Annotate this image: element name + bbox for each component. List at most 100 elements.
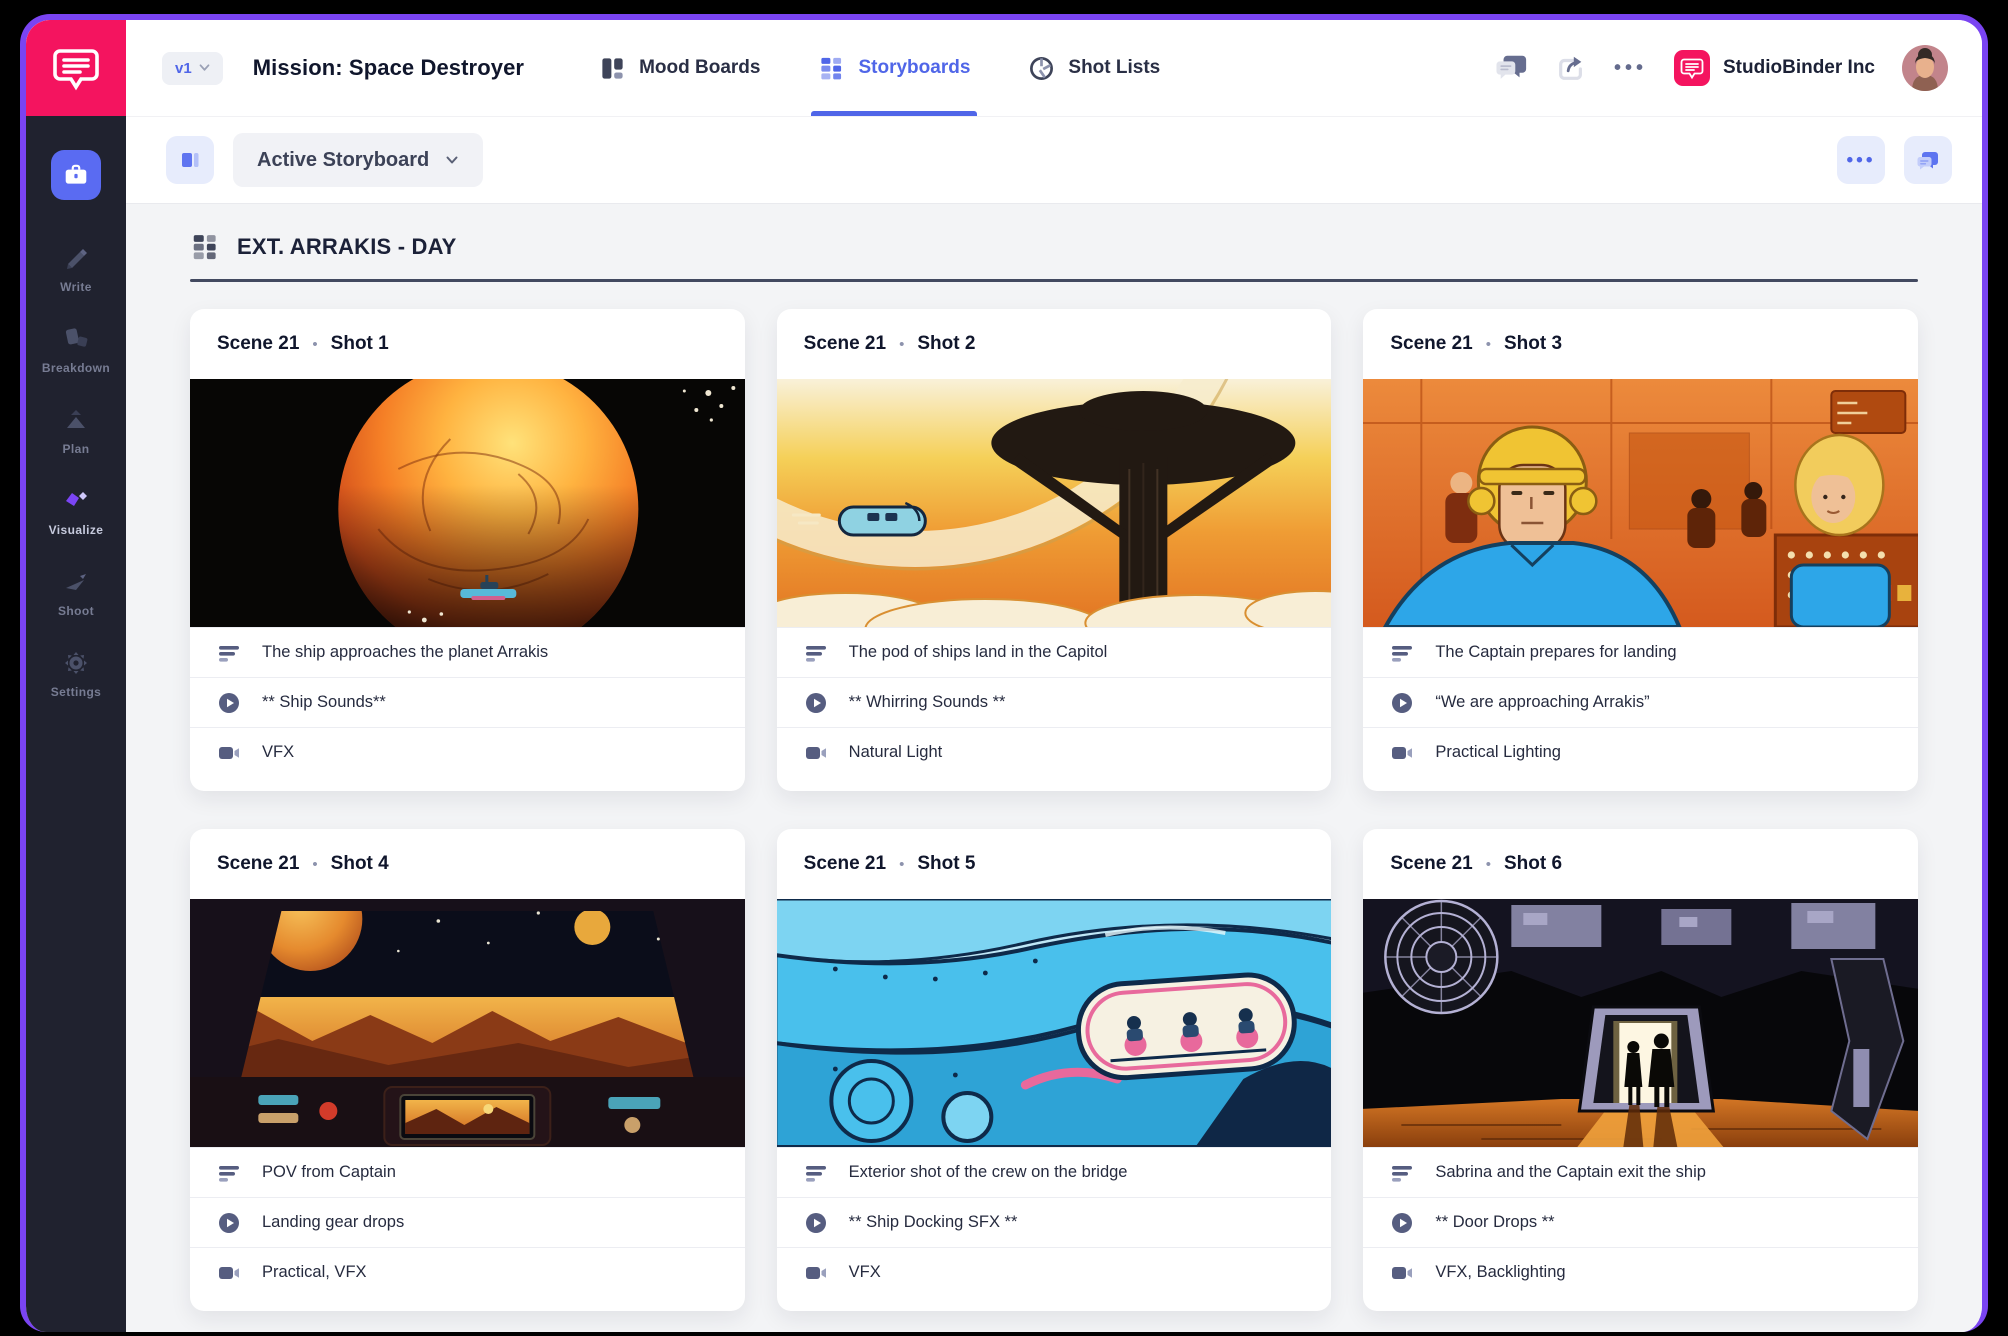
plan-icon: [62, 406, 90, 434]
play-icon: [804, 691, 828, 715]
storyboard-frame-image[interactable]: [1363, 899, 1918, 1147]
storyboard-frame-image[interactable]: [777, 379, 1332, 627]
comments-icon: [1496, 53, 1528, 83]
top-bar-inner: v1 Mission: Space Destroyer Mood Boards …: [126, 20, 1982, 116]
sidebar-item-plan[interactable]: Plan: [26, 406, 126, 456]
shot-lists-icon: [1028, 55, 1055, 82]
shot-card-2[interactable]: Scene 21 • Shot 2: [777, 309, 1332, 791]
shot-description-row[interactable]: Sabrina and the Captain exit the ship: [1363, 1147, 1918, 1197]
description-icon: [217, 641, 241, 665]
project-title: Mission: Space Destroyer: [253, 55, 524, 81]
shot-audio-row[interactable]: ** Ship Docking SFX **: [777, 1197, 1332, 1247]
dot-separator: •: [1486, 336, 1491, 353]
sidebar-item-visualize[interactable]: Visualize: [26, 487, 126, 537]
shot-label: Shot 2: [917, 333, 975, 355]
shot-card-header: Scene 21 • Shot 1: [190, 309, 745, 379]
storyboard-view-selector[interactable]: Active Storyboard: [233, 133, 483, 187]
shot-audio-row[interactable]: Landing gear drops: [190, 1197, 745, 1247]
shot-card-6[interactable]: Scene 21 • Shot 6: [1363, 829, 1918, 1311]
mood-boards-icon: [599, 55, 626, 82]
sidebar-item-settings[interactable]: Settings: [26, 649, 126, 699]
shot-audio-row[interactable]: ** Door Drops **: [1363, 1197, 1918, 1247]
shot-description-row[interactable]: The pod of ships land in the Capitol: [777, 627, 1332, 677]
more-icon: •••: [1614, 58, 1647, 78]
user-avatar[interactable]: [1902, 45, 1948, 91]
sidebar-item-write[interactable]: Write: [26, 244, 126, 294]
video-camera-icon: [217, 1261, 241, 1285]
share-button[interactable]: [1555, 53, 1587, 83]
gear-icon: [62, 649, 90, 677]
comments-button[interactable]: [1496, 53, 1528, 83]
organization-menu[interactable]: StudioBinder Inc: [1674, 50, 1875, 86]
tab-shot-lists[interactable]: Shot Lists: [999, 20, 1189, 116]
storyboard-frame-image[interactable]: [1363, 379, 1918, 627]
screen: v1 Mission: Space Destroyer Mood Boards …: [0, 0, 2008, 1336]
shot-description-row[interactable]: POV from Captain: [190, 1147, 745, 1197]
org-logo-badge: [1674, 50, 1710, 86]
shot-camera-row[interactable]: Practical Lighting: [1363, 727, 1918, 777]
video-camera-icon: [217, 741, 241, 765]
sidebar-item-shoot[interactable]: Shoot: [26, 568, 126, 618]
speech-bubble-logo-icon: [1680, 56, 1704, 80]
shot-card-header: Scene 21 • Shot 2: [777, 309, 1332, 379]
sidebar-nav: Write Breakdown Plan: [26, 244, 126, 699]
shot-card-1[interactable]: Scene 21 • Shot 1: [190, 309, 745, 791]
board-more-button[interactable]: •••: [1837, 136, 1885, 184]
shot-audio-row[interactable]: “We are approaching Arrakis”: [1363, 677, 1918, 727]
shot-audio-row[interactable]: ** Ship Sounds**: [190, 677, 745, 727]
sidebar-item-breakdown[interactable]: Breakdown: [26, 325, 126, 375]
project-tabs: Mood Boards Storyboards Shot Lists: [570, 20, 1189, 116]
shot-description-row[interactable]: The Captain prepares for landing: [1363, 627, 1918, 677]
chevron-down-icon: [445, 156, 459, 165]
shoot-icon: [62, 568, 90, 596]
tab-storyboards[interactable]: Storyboards: [789, 20, 999, 116]
shot-camera-row[interactable]: VFX: [777, 1247, 1332, 1297]
scene-header: EXT. ARRAKIS - DAY: [190, 232, 1918, 262]
storyboard-frame-image[interactable]: [190, 379, 745, 627]
shot-card-4[interactable]: Scene 21 • Shot 4: [190, 829, 745, 1311]
scene-label: Scene 21: [1390, 853, 1472, 875]
storyboard-canvas: EXT. ARRAKIS - DAY Scene 21 • Shot 1: [126, 205, 1982, 1332]
dot-separator: •: [899, 856, 904, 873]
shot-description-row[interactable]: The ship approaches the planet Arrakis: [190, 627, 745, 677]
tab-mood-boards[interactable]: Mood Boards: [570, 20, 789, 116]
shot-label: Shot 6: [1504, 853, 1562, 875]
storyboard-frame-image[interactable]: [777, 899, 1332, 1147]
board-comments-button[interactable]: [1904, 136, 1952, 184]
more-options-button[interactable]: •••: [1614, 58, 1647, 78]
shot-card-header: Scene 21 • Shot 4: [190, 829, 745, 899]
shot-card-3[interactable]: Scene 21 • Shot 3: [1363, 309, 1918, 791]
shot-camera-row[interactable]: VFX: [190, 727, 745, 777]
storyboard-toolbar: Active Storyboard •••: [126, 116, 1982, 204]
layout-icon: [178, 148, 202, 172]
shot-camera-row[interactable]: VFX, Backlighting: [1363, 1247, 1918, 1297]
shot-audio-row[interactable]: ** Whirring Sounds **: [777, 677, 1332, 727]
sidebar-project-button[interactable]: [51, 150, 101, 200]
video-camera-icon: [1390, 1261, 1414, 1285]
shot-label: Shot 4: [331, 853, 389, 875]
storyboard-frame-image[interactable]: [190, 899, 745, 1147]
scene-grid-icon: [190, 232, 220, 262]
description-icon: [804, 1161, 828, 1185]
version-selector[interactable]: v1: [162, 52, 223, 85]
shot-camera-row[interactable]: Practical, VFX: [190, 1247, 745, 1297]
shot-label: Shot 3: [1504, 333, 1562, 355]
shot-camera-row[interactable]: Natural Light: [777, 727, 1332, 777]
shot-description-row[interactable]: Exterior shot of the crew on the bridge: [777, 1147, 1332, 1197]
play-icon: [217, 691, 241, 715]
shot-grid: Scene 21 • Shot 1: [190, 309, 1918, 1311]
app-window: v1 Mission: Space Destroyer Mood Boards …: [20, 14, 1988, 1332]
breakdown-icon: [62, 325, 90, 353]
board-layout-button[interactable]: [166, 136, 214, 184]
scene-label: Scene 21: [217, 333, 299, 355]
studiobinder-logo[interactable]: [26, 20, 126, 116]
top-bar: v1 Mission: Space Destroyer Mood Boards …: [26, 20, 1982, 116]
shot-card-header: Scene 21 • Shot 5: [777, 829, 1332, 899]
play-icon: [217, 1211, 241, 1235]
dot-separator: •: [312, 336, 317, 353]
scene-label: Scene 21: [804, 333, 886, 355]
video-camera-icon: [1390, 741, 1414, 765]
shot-card-5[interactable]: Scene 21 • Shot 5: [777, 829, 1332, 1311]
share-icon: [1555, 53, 1587, 83]
description-icon: [1390, 641, 1414, 665]
